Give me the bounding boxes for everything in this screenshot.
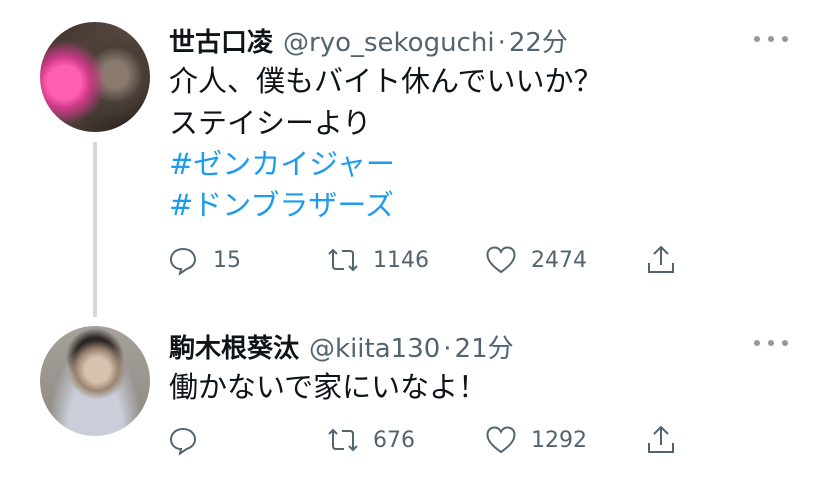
tweet[interactable]: 駒木根葵汰 @kiita130 · 21分 働かないで家にいなよ！ 676 12… bbox=[0, 310, 828, 482]
retweet-count: 676 bbox=[373, 427, 415, 453]
tweet-header: 駒木根葵汰 @kiita130 · 21分 bbox=[169, 328, 514, 364]
more-options-icon[interactable] bbox=[754, 34, 788, 44]
avatar[interactable] bbox=[40, 326, 150, 436]
user-handle[interactable]: @ryo_sekoguchi bbox=[283, 28, 495, 58]
tweet[interactable]: 世古口凌 @ryo_sekoguchi · 22分 介人、僕もバイト休んでいいか… bbox=[0, 0, 828, 317]
share-icon bbox=[648, 425, 674, 453]
tweet-text-line: 介人、僕もバイト休んでいいか？ bbox=[169, 64, 603, 98]
reply-icon bbox=[169, 247, 197, 276]
retweet-icon bbox=[328, 248, 358, 272]
timestamp[interactable]: 21分 bbox=[455, 328, 514, 365]
share-icon bbox=[648, 245, 674, 273]
reply-icon bbox=[169, 427, 197, 456]
user-handle[interactable]: @kiita130 bbox=[309, 334, 440, 364]
like-count: 1292 bbox=[531, 427, 587, 453]
like-button[interactable]: 2474 bbox=[485, 240, 587, 280]
heart-icon bbox=[486, 246, 516, 274]
share-button[interactable] bbox=[645, 420, 677, 460]
like-count: 2474 bbox=[531, 247, 587, 273]
hashtag-link[interactable]: #ドンブラザーズ bbox=[169, 186, 394, 224]
like-button[interactable]: 1292 bbox=[485, 420, 587, 460]
reply-count: 15 bbox=[213, 247, 241, 273]
timestamp[interactable]: 22分 bbox=[509, 22, 568, 59]
tweet-text-line: 働かないで家にいなよ！ bbox=[169, 370, 488, 404]
display-name[interactable]: 駒木根葵汰 bbox=[169, 328, 299, 365]
display-name[interactable]: 世古口凌 bbox=[169, 22, 273, 59]
reply-button[interactable] bbox=[167, 420, 213, 460]
retweet-button[interactable]: 1146 bbox=[327, 240, 429, 280]
share-button[interactable] bbox=[645, 240, 677, 280]
reply-button[interactable]: 15 bbox=[167, 240, 241, 280]
more-options-icon[interactable] bbox=[754, 338, 788, 348]
avatar[interactable] bbox=[40, 22, 150, 132]
hashtag-link[interactable]: #ゼンカイジャー bbox=[169, 145, 395, 183]
tweet-header: 世古口凌 @ryo_sekoguchi · 22分 bbox=[169, 22, 568, 58]
tweet-text-line: ステイシーより bbox=[169, 106, 372, 140]
thread-connector-line bbox=[93, 142, 97, 317]
heart-icon bbox=[486, 426, 516, 454]
retweet-count: 1146 bbox=[373, 247, 429, 273]
retweet-icon bbox=[328, 428, 358, 452]
separator-dot: · bbox=[443, 334, 452, 364]
separator-dot: · bbox=[497, 28, 506, 58]
retweet-button[interactable]: 676 bbox=[327, 420, 415, 460]
